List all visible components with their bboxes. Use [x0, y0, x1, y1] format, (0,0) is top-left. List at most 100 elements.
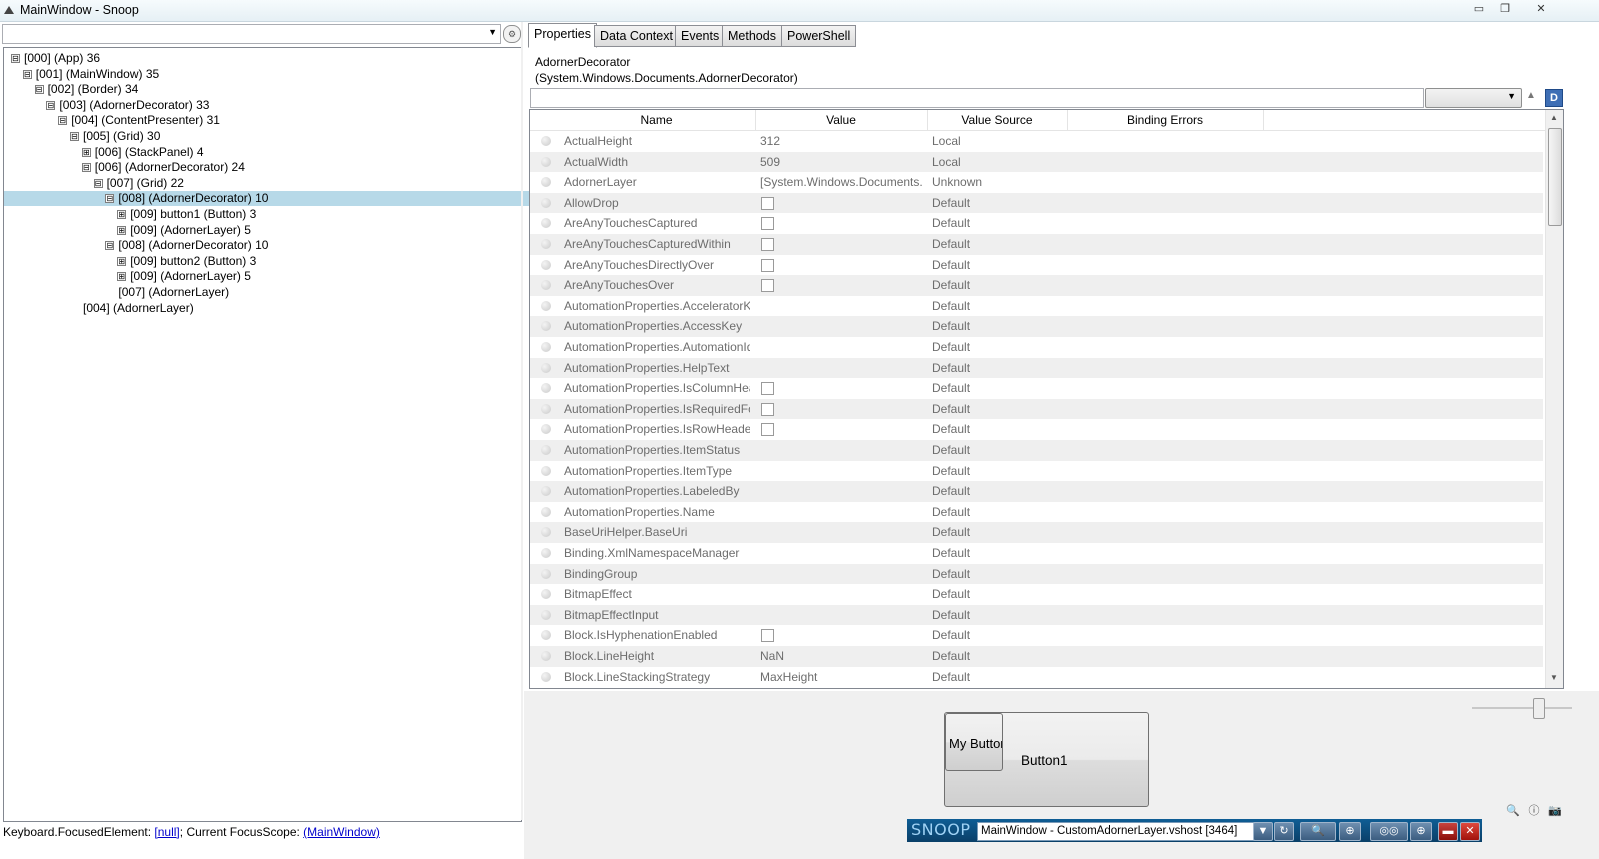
property-row[interactable]: AutomationProperties.Name Default	[530, 502, 1543, 523]
collapse-icon[interactable]: ⊟	[34, 85, 44, 95]
property-marker-icon[interactable]	[541, 486, 551, 497]
scroll-down-icon[interactable]: ▼	[1550, 673, 1558, 682]
property-grid-scrollbar[interactable]: ▲ ▼	[1545, 110, 1563, 688]
property-value-checkbox[interactable]	[761, 402, 774, 416]
tree-node[interactable]: ⊞ [009] (AdornerLayer) 5	[117, 223, 251, 238]
property-marker-icon[interactable]	[541, 527, 551, 538]
splitter[interactable]	[521, 22, 523, 820]
property-value[interactable]: 509	[760, 152, 922, 173]
property-marker-icon[interactable]	[541, 239, 551, 249]
property-value-checkbox[interactable]	[761, 629, 774, 643]
property-marker-icon[interactable]	[541, 609, 551, 620]
property-row[interactable]: AutomationProperties.ItemType Default	[530, 461, 1543, 482]
property-row[interactable]: BindingGroup Default	[530, 563, 1543, 585]
tab-properties[interactable]: Properties	[528, 23, 597, 48]
expand-icon[interactable]: ⊞	[117, 210, 127, 219]
filter-icon[interactable]: ⚙	[503, 25, 521, 43]
property-row[interactable]: AreAnyTouchesOver Default	[530, 275, 1543, 296]
tree-node[interactable]: ⊟ [000] (App) 36	[11, 51, 100, 66]
focused-element-link[interactable]: [null]	[154, 825, 179, 839]
snoop-close-icon[interactable]: ✕	[1460, 822, 1480, 841]
target-icon[interactable]: ⊕	[1410, 822, 1432, 841]
collapse-icon[interactable]: ⊟	[93, 178, 103, 188]
property-marker-icon[interactable]	[541, 548, 551, 558]
preview-my-button[interactable]: My Button	[945, 713, 1003, 771]
property-row[interactable]: AutomationProperties.LabeledBy Default	[530, 481, 1543, 502]
focus-scope-link[interactable]: (MainWindow)	[303, 825, 380, 839]
expand-icon[interactable]: ⊞	[81, 147, 91, 157]
tree-node[interactable]: ⊟ [003] (AdornerDecorator) 33	[46, 98, 209, 113]
property-marker-icon[interactable]	[541, 589, 551, 600]
tree-node[interactable]: ⊟ [008] (AdornerDecorator) 10	[4, 191, 620, 207]
property-filter-combo[interactable]: ▼	[1425, 88, 1522, 108]
property-marker-icon[interactable]	[541, 630, 551, 641]
property-row[interactable]: AutomationProperties.AccessKey Default	[530, 316, 1543, 337]
property-row[interactable]: AllowDrop Default	[530, 192, 1543, 214]
property-marker-icon[interactable]	[541, 259, 551, 270]
property-marker-icon[interactable]	[541, 136, 551, 146]
minimize-button[interactable]: ▭	[1466, 1, 1492, 17]
property-marker-icon[interactable]	[541, 177, 551, 188]
scroll-up-icon[interactable]: ▲	[1550, 113, 1558, 122]
column-header-value-source[interactable]: Value Source	[927, 110, 1068, 130]
scroll-thumb[interactable]	[1548, 128, 1562, 226]
property-value-checkbox[interactable]	[761, 423, 774, 437]
property-marker-icon[interactable]	[541, 280, 551, 291]
property-row[interactable]: AutomationProperties.IsRowHeader Default	[530, 419, 1543, 440]
property-filter-input[interactable]	[531, 89, 1417, 105]
property-row[interactable]: AreAnyTouchesCaptured Default	[530, 213, 1543, 234]
magnify-icon[interactable]: 🔍	[1300, 822, 1336, 841]
expand-icon[interactable]: ⊞	[117, 272, 127, 282]
column-header-name[interactable]: Name	[558, 110, 756, 130]
collapse-icon[interactable]: ⊟	[81, 163, 91, 173]
tree-search-input[interactable]	[3, 25, 479, 41]
property-value-checkbox[interactable]	[761, 238, 774, 251]
tree-node[interactable]: ⊟ [002] (Border) 34	[34, 82, 138, 97]
collapse-icon[interactable]: ⊟	[58, 116, 68, 126]
info-icon[interactable]: ⓘ	[1525, 803, 1543, 820]
tree-search-box[interactable]: ▼	[2, 24, 501, 44]
property-grid[interactable]: Name Value Value Source Binding Errors Actu…	[529, 109, 1564, 689]
tree-node[interactable]: ⊞ [009] button1 (Button) 3	[117, 207, 256, 222]
property-marker-icon[interactable]	[541, 568, 551, 579]
refresh-icon[interactable]: ↻	[1274, 822, 1294, 841]
property-marker-icon[interactable]	[541, 156, 551, 167]
property-row[interactable]: ActualHeight 312 Local	[530, 131, 1543, 152]
property-row[interactable]: AreAnyTouchesDirectlyOver Default	[530, 255, 1543, 276]
tab-events[interactable]: Events	[675, 25, 726, 47]
collapse-icon[interactable]: ⊟	[105, 194, 115, 204]
expand-icon[interactable]: ⊞	[117, 225, 127, 235]
zoom-slider-track[interactable]	[1472, 707, 1572, 709]
restore-button[interactable]: ❐	[1492, 1, 1518, 17]
binoculars-icon[interactable]: ◎◎	[1370, 822, 1408, 841]
property-marker-icon[interactable]	[541, 383, 551, 394]
tree-node[interactable]: ⊟ [006] (AdornerDecorator) 24	[81, 160, 245, 175]
tree-node[interactable]: ⊟ [005] (Grid) 30	[70, 129, 160, 144]
tree-node[interactable]: [004] (AdornerLayer)	[70, 301, 194, 316]
property-marker-icon[interactable]	[541, 321, 551, 332]
property-value-checkbox[interactable]	[761, 217, 774, 231]
property-marker-icon[interactable]	[541, 342, 551, 352]
property-marker-icon[interactable]	[541, 671, 551, 682]
column-header-value[interactable]: Value	[755, 110, 928, 130]
tab-data-context[interactable]: Data Context	[594, 25, 679, 47]
property-row[interactable]: AutomationProperties.ItemStatus Default	[530, 440, 1543, 461]
property-marker-icon[interactable]	[541, 465, 551, 476]
camera-icon[interactable]: 📷	[1546, 803, 1564, 820]
property-marker-icon[interactable]	[541, 300, 551, 311]
collapse-icon[interactable]: ⊟	[22, 69, 32, 79]
tree-node[interactable]: ⊟ [004] (ContentPresenter) 31	[58, 113, 220, 128]
property-marker-icon[interactable]	[541, 197, 551, 208]
property-row[interactable]: AutomationProperties.IsRequiredForForm De…	[530, 398, 1543, 420]
default-values-toggle-button[interactable]: D	[1545, 89, 1563, 107]
sort-up-icon[interactable]: ▲	[1526, 90, 1536, 101]
magnifier-icon[interactable]: 🔍	[1504, 803, 1522, 820]
chevron-down-icon[interactable]: ▼	[1253, 822, 1273, 841]
chevron-down-icon[interactable]: ▼	[488, 27, 497, 37]
property-value[interactable]: 312	[760, 131, 922, 152]
property-value[interactable]: MaxHeight	[760, 667, 922, 688]
property-row[interactable]: Block.LineHeight NaN Default	[530, 646, 1543, 667]
property-row[interactable]: BaseUriHelper.BaseUri Default	[530, 522, 1543, 543]
property-marker-icon[interactable]	[541, 218, 551, 229]
close-button[interactable]: ✕	[1528, 1, 1554, 17]
